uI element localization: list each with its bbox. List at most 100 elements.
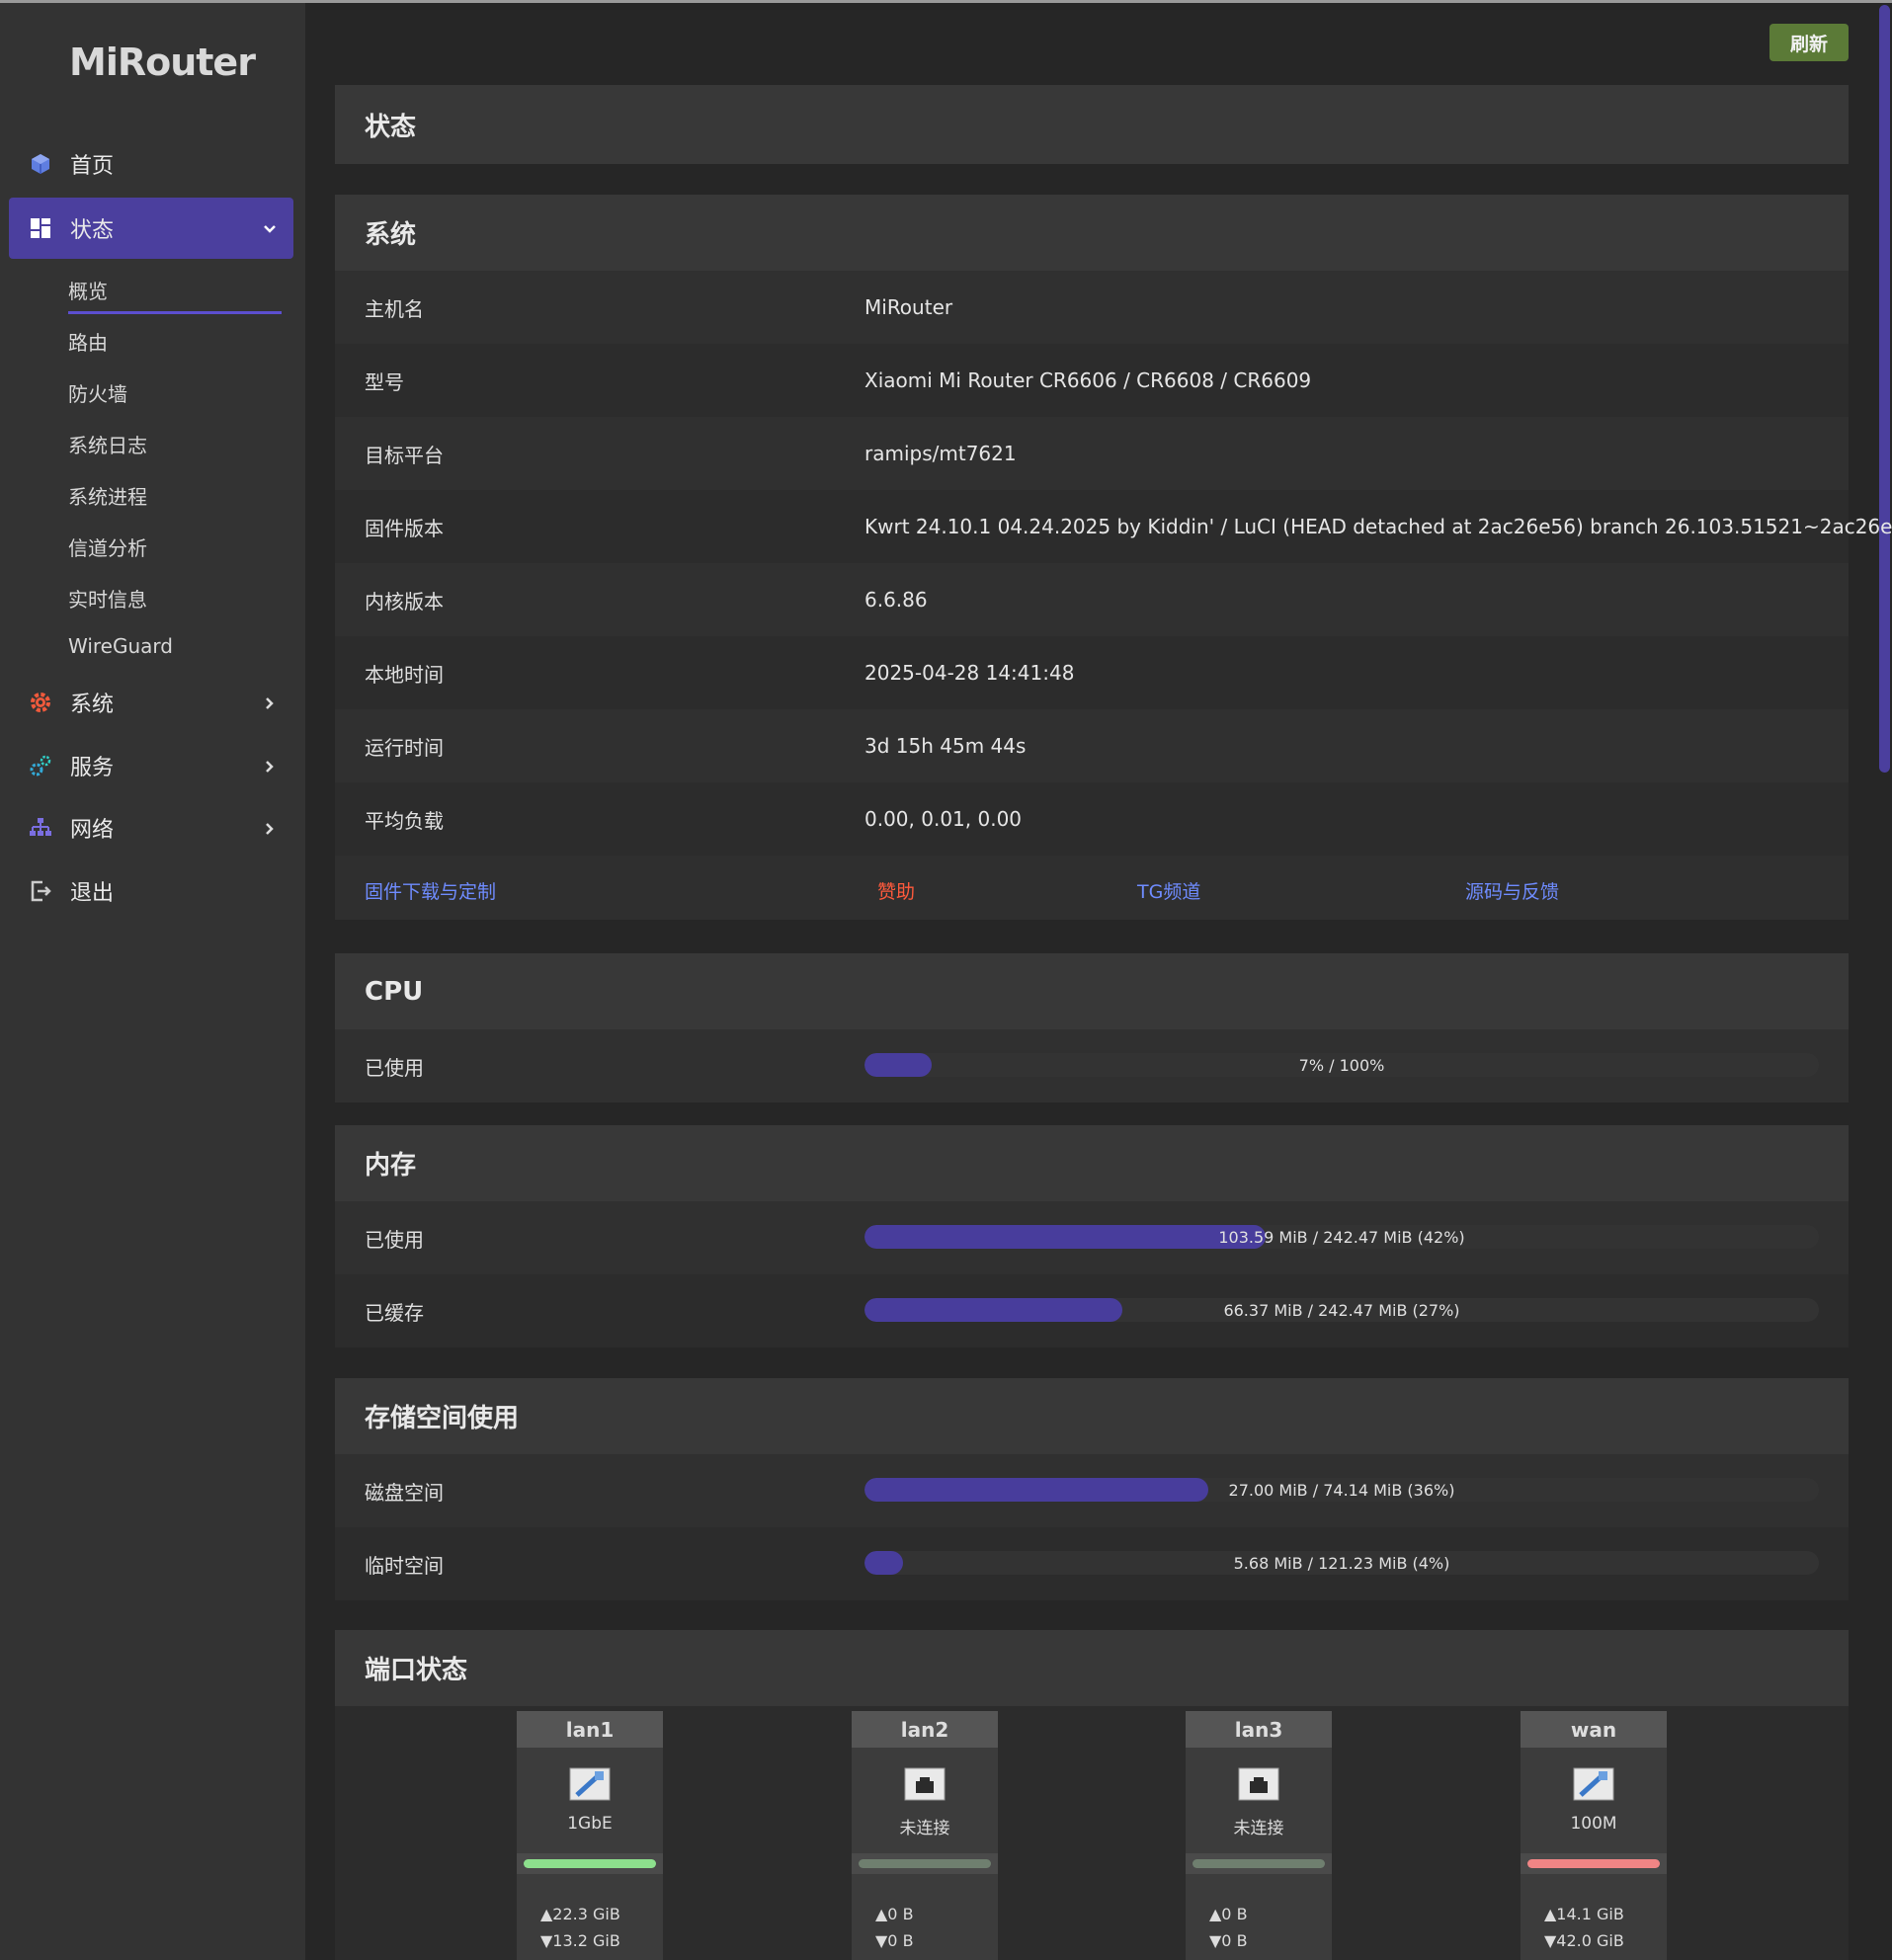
port-status-bar xyxy=(1527,1859,1660,1868)
gear-icon xyxy=(27,689,54,716)
subnav-item-routes[interactable]: 路由 xyxy=(68,327,108,356)
sidebar-item-label: 状态 xyxy=(70,218,115,243)
port-name: lan3 xyxy=(1186,1711,1332,1748)
scrollbar[interactable] xyxy=(1879,5,1890,773)
sidebar-item-label: 系统 xyxy=(70,693,115,717)
subnav-item-syslog[interactable]: 系统日志 xyxy=(68,430,147,458)
info-value: MiRouter xyxy=(864,295,953,319)
port-card-wan: wan 100M ▲14.1 GiB ▼42.0 GiB xyxy=(1521,1711,1667,1960)
port-speed: 1GbE xyxy=(567,1814,613,1834)
tg-channel-link[interactable]: TG频道 xyxy=(1137,877,1200,904)
sidebar-item-system[interactable]: 系统 xyxy=(9,672,293,733)
port-name: lan2 xyxy=(852,1711,998,1748)
progress-text: 7% / 100% xyxy=(1298,1055,1385,1075)
subnav-item-wireguard[interactable]: WireGuard xyxy=(68,634,173,658)
sidebar-item-label: 退出 xyxy=(70,881,115,906)
port-name: lan1 xyxy=(517,1711,663,1748)
firmware-download-link[interactable]: 固件下载与定制 xyxy=(365,877,496,904)
port-card-lan1: lan1 1GbE ▲22.3 GiB ▼13.2 GiB xyxy=(517,1711,663,1960)
info-row-hostname: 主机名 MiRouter xyxy=(335,271,1849,344)
sidebar-item-logout[interactable]: 退出 xyxy=(9,860,293,922)
port-speed: 未连接 xyxy=(899,1819,950,1838)
subnav-item-realtime[interactable]: 实时信息 xyxy=(68,584,147,612)
info-row-local-time: 本地时间 2025-04-28 14:41:48 xyxy=(335,636,1849,709)
system-panel-title: 系统 xyxy=(335,195,1849,271)
sidebar-item-label: 网络 xyxy=(70,818,115,843)
usage-label: 已使用 xyxy=(365,1055,424,1080)
port-tx: ▲22.3 GiB xyxy=(540,1905,620,1923)
temp-space-row: 临时空间 5.68 MiB / 121.23 MiB (4%) xyxy=(335,1527,1849,1600)
active-subnav-indicator xyxy=(68,311,282,314)
network-icon xyxy=(27,814,54,842)
progress-text: 27.00 MiB / 74.14 MiB (36%) xyxy=(1228,1480,1455,1500)
info-value: ramips/mt7621 xyxy=(864,442,1017,465)
usage-label: 已缓存 xyxy=(365,1300,424,1325)
info-value: 3d 15h 45m 44s xyxy=(864,734,1027,758)
info-row-model: 型号 Xiaomi Mi Router CR6606 / CR6608 / CR… xyxy=(335,344,1849,417)
sidebar-item-label: 首页 xyxy=(70,154,115,179)
sidebar-item-label: 服务 xyxy=(70,756,115,780)
ports-panel-title: 端口状态 xyxy=(335,1630,1849,1706)
ethernet-connected-icon xyxy=(1573,1767,1614,1801)
ethernet-disconnected-icon xyxy=(1238,1767,1279,1801)
chevron-right-icon xyxy=(262,818,278,843)
info-value: 2025-04-28 14:41:48 xyxy=(864,661,1075,685)
chevron-right-icon xyxy=(262,693,278,717)
progress-text: 103.59 MiB / 242.47 MiB (42%) xyxy=(1218,1227,1465,1247)
memory-cached-row: 已缓存 66.37 MiB / 242.47 MiB (27%) xyxy=(335,1274,1849,1348)
subnav-item-overview[interactable]: 概览 xyxy=(68,276,108,304)
disk-space-bar: 27.00 MiB / 74.14 MiB (36%) xyxy=(864,1478,1819,1502)
port-status-bar xyxy=(524,1859,656,1868)
storage-panel-title: 存储空间使用 xyxy=(335,1378,1849,1454)
memory-panel-title: 内存 xyxy=(335,1125,1849,1201)
refresh-button[interactable]: 刷新 xyxy=(1769,24,1849,61)
cube-icon xyxy=(27,150,54,178)
sidebar-item-network[interactable]: 网络 xyxy=(9,797,293,858)
sponsor-link[interactable]: 赞助 xyxy=(877,877,915,904)
subnav-item-firewall[interactable]: 防火墙 xyxy=(68,378,127,407)
port-speed: 100M xyxy=(1570,1814,1617,1834)
info-value: 0.00, 0.01, 0.00 xyxy=(864,807,1023,831)
disk-space-row: 磁盘空间 27.00 MiB / 74.14 MiB (36%) xyxy=(335,1454,1849,1527)
port-rx: ▼0 B xyxy=(1209,1931,1248,1950)
port-name: wan xyxy=(1521,1711,1667,1748)
subnav-item-processes[interactable]: 系统进程 xyxy=(68,481,147,510)
port-card-lan2: lan2 未连接 ▲0 B ▼0 B xyxy=(852,1711,998,1960)
progress-text: 5.68 MiB / 121.23 MiB (4%) xyxy=(1233,1553,1450,1573)
info-value: Xiaomi Mi Router CR6606 / CR6608 / CR660… xyxy=(864,368,1312,392)
memory-used-row: 已使用 103.59 MiB / 242.47 MiB (42%) xyxy=(335,1201,1849,1274)
dashboard-icon xyxy=(27,214,54,242)
port-status-bar xyxy=(1193,1859,1325,1868)
info-value: 6.6.86 xyxy=(864,588,928,612)
info-label: 目标平台 xyxy=(365,443,444,467)
cpu-panel: CPU 已使用 7% / 100% xyxy=(335,953,1849,1102)
usage-label: 已使用 xyxy=(365,1227,424,1252)
system-links: 固件下载与定制 赞助 TG频道 源码与反馈 xyxy=(335,856,1849,920)
sidebar-item-home[interactable]: 首页 xyxy=(9,133,293,195)
cpu-panel-title: CPU xyxy=(335,953,1849,1029)
info-row-firmware: 固件版本 Kwrt 24.10.1 04.24.2025 by Kiddin' … xyxy=(335,490,1892,563)
info-label: 型号 xyxy=(365,369,404,394)
info-label: 内核版本 xyxy=(365,589,444,613)
port-status-bar xyxy=(859,1859,991,1868)
chevron-down-icon xyxy=(262,218,278,243)
cpu-usage-bar: 7% / 100% xyxy=(864,1053,1819,1077)
ethernet-connected-icon xyxy=(569,1767,611,1801)
memory-used-bar: 103.59 MiB / 242.47 MiB (42%) xyxy=(864,1225,1819,1249)
info-row-uptime: 运行时间 3d 15h 45m 44s xyxy=(335,709,1849,782)
storage-panel: 存储空间使用 磁盘空间 27.00 MiB / 74.14 MiB (36%) … xyxy=(335,1378,1849,1600)
page-title-panel: 状态 xyxy=(335,85,1849,164)
port-rx: ▼42.0 GiB xyxy=(1544,1931,1624,1950)
info-label: 主机名 xyxy=(365,296,424,321)
sidebar-item-status[interactable]: 状态 xyxy=(9,198,293,259)
chevron-right-icon xyxy=(262,756,278,780)
logout-icon xyxy=(27,877,54,905)
usage-label: 临时空间 xyxy=(365,1553,444,1578)
ethernet-disconnected-icon xyxy=(904,1767,946,1801)
sidebar-item-services[interactable]: 服务 xyxy=(9,735,293,796)
subnav-item-channel-analysis[interactable]: 信道分析 xyxy=(68,532,147,561)
source-feedback-link[interactable]: 源码与反馈 xyxy=(1465,877,1559,904)
info-row-target-platform: 目标平台 ramips/mt7621 xyxy=(335,417,1849,490)
info-label: 本地时间 xyxy=(365,662,444,687)
port-tx: ▲14.1 GiB xyxy=(1544,1905,1624,1923)
